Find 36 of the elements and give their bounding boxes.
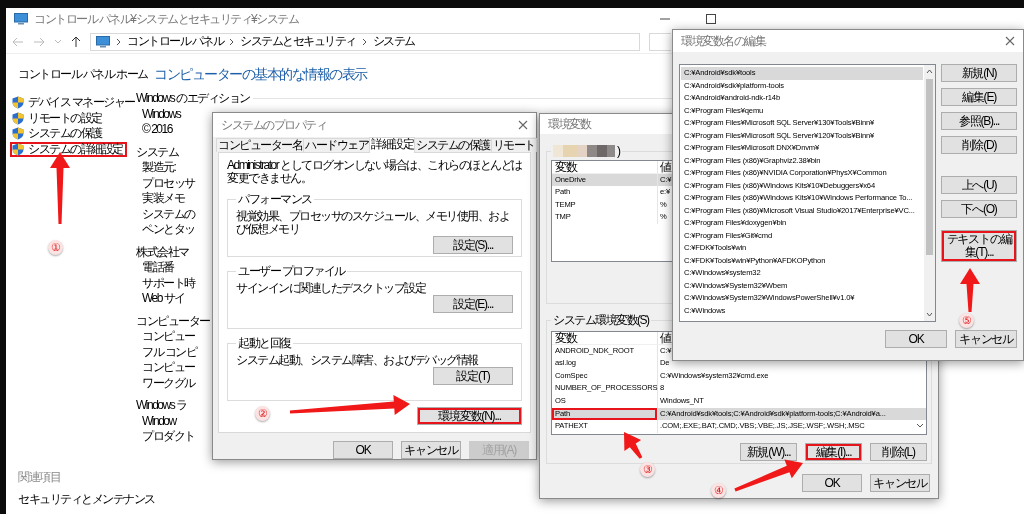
info-label: © 2016 xyxy=(141,122,172,138)
dialog-title: 環境変数名の編集 xyxy=(681,32,765,50)
info-label: サポート時 xyxy=(141,275,195,291)
window-title: コントロール パネル¥システムとセキュリティ¥システム xyxy=(34,10,299,28)
info-label: Window xyxy=(141,413,176,429)
info-label: システムの xyxy=(141,206,195,222)
group-description: システム起動、システム障害、およびデバッグ情報 xyxy=(236,354,479,367)
page-heading: コンピューターの基本的な情報の表示 xyxy=(154,66,367,84)
group-title: ) xyxy=(617,144,620,158)
group-title: システム環境変数(S) xyxy=(553,312,649,329)
dialog-title: 環境変数 xyxy=(548,115,590,133)
info-label: 電話番 xyxy=(141,260,174,276)
group-title: ユーザー プロファイル xyxy=(238,263,345,280)
section-title: 株式会社マ xyxy=(136,243,189,261)
info-label: Web サイ xyxy=(141,291,185,307)
info-label: プロセッサ xyxy=(141,175,195,191)
section-title: コンピューター xyxy=(136,312,210,330)
group-title: パフォーマンス xyxy=(238,191,312,208)
dialog-title: システムのプロパティ xyxy=(221,116,326,134)
info-label: Windows xyxy=(141,106,181,122)
group-description: サインインに関連したデスクトップ設定 xyxy=(236,282,427,295)
notice-text: Administrator としてログオンしない場合は、これらのほとんどは変更できません。 xyxy=(227,159,522,185)
info-label: 製造元: xyxy=(141,160,176,176)
info-label: ワークグル xyxy=(141,375,195,391)
info-label: コンピュー xyxy=(141,360,195,376)
group-title: 起動と回復 xyxy=(238,335,291,352)
section-title: Windows のエディション xyxy=(136,90,250,108)
section-title: Windows ラ xyxy=(136,397,187,415)
info-label: コンピュー xyxy=(141,329,195,345)
info-label: 実装メモ xyxy=(141,191,184,207)
group-description: 視覚効果、プロセッサのスケジュール、メモリ使用、および仮想メモリ xyxy=(236,210,510,236)
section-title: システム xyxy=(136,143,178,161)
info-label: プロダクト xyxy=(141,429,195,445)
info-label: フル コンピ xyxy=(141,344,197,360)
info-label: ペンとタッ xyxy=(141,222,195,238)
section-label: 関連項目 xyxy=(18,469,60,486)
